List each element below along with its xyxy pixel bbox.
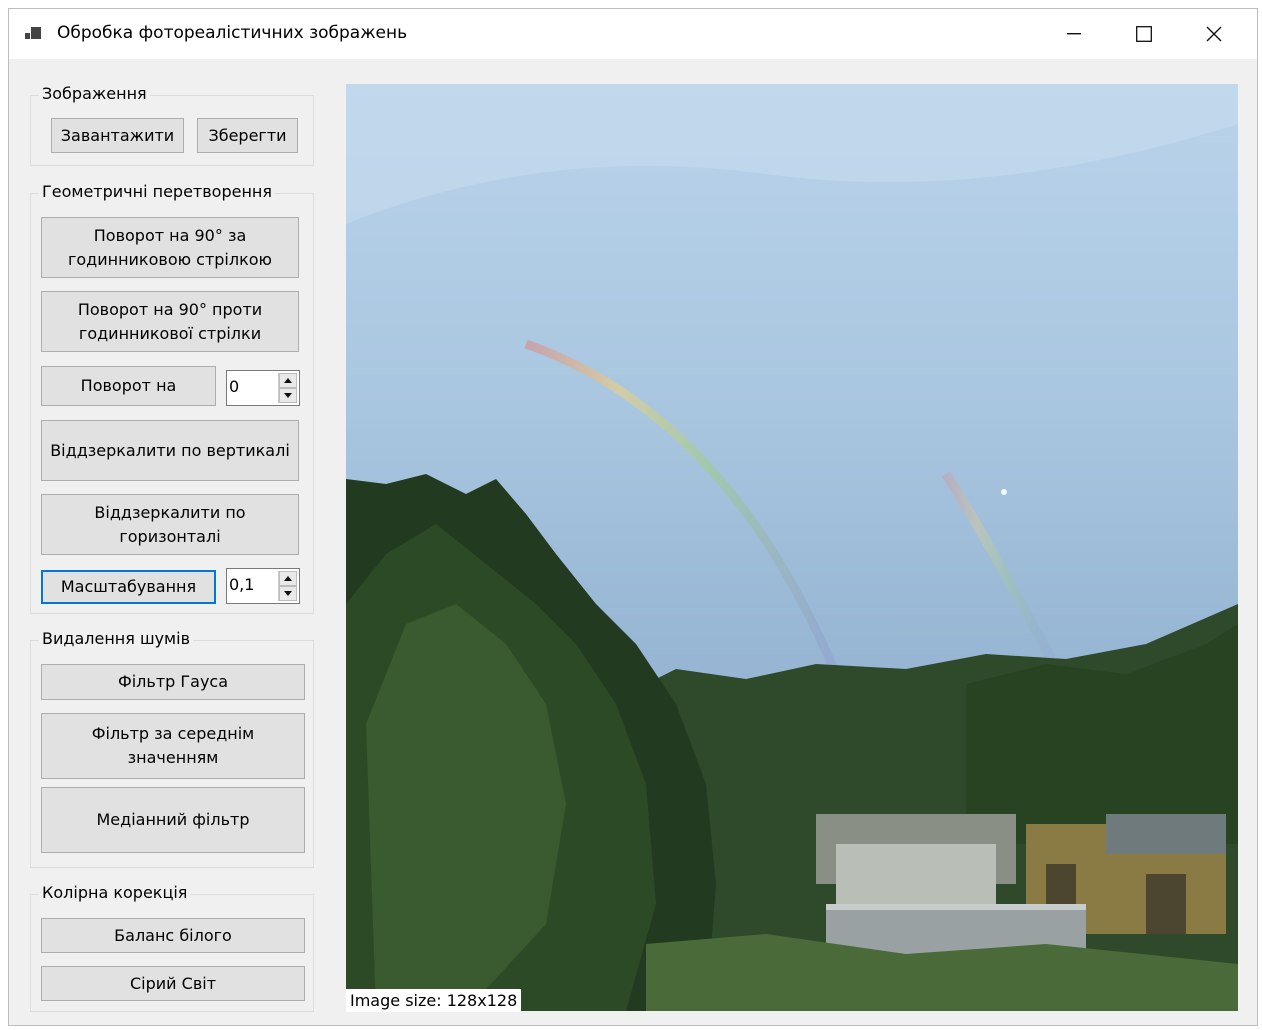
minimize-button[interactable] (1039, 9, 1109, 59)
scale-button[interactable]: Масштабування (41, 570, 216, 604)
rainbow-landscape-image (346, 84, 1238, 1011)
rotate-by-button[interactable]: Поворот на (41, 366, 216, 406)
app-icon (25, 27, 41, 41)
geometry-group: Геометричні перетворення Поворот на 90° … (30, 182, 314, 614)
scale-factor-input[interactable] (229, 571, 269, 597)
noise-group-legend: Видалення шумів (39, 629, 193, 649)
app-window: Обробка фотореалістичних зображень Зобра… (8, 8, 1258, 1026)
rotate-ccw-button[interactable]: Поворот на 90° проти годинникової стрілк… (41, 291, 299, 352)
mean-filter-button[interactable]: Фільтр за середнім значенням (41, 713, 305, 779)
spin-down-icon[interactable] (279, 388, 297, 403)
maximize-button[interactable] (1109, 9, 1179, 59)
save-button[interactable]: Зберегти (197, 118, 298, 153)
flip-vertical-button[interactable]: Віддзеркалити по вертикалі (41, 420, 299, 481)
spin-up-icon[interactable] (279, 373, 297, 388)
noise-group: Видалення шумів Фільтр Гауса Фільтр за с… (30, 629, 314, 868)
image-size-label: Image size: 128x128 (346, 989, 522, 1012)
rotate-angle-arrows (278, 373, 297, 403)
scale-factor-stepper[interactable] (226, 568, 300, 604)
scale-factor-arrows (278, 571, 297, 601)
title-bar[interactable]: Обробка фотореалістичних зображень (9, 9, 1257, 59)
spin-up-icon[interactable] (279, 571, 297, 586)
window-title: Обробка фотореалістичних зображень (57, 23, 408, 43)
image-group: Зображення Завантажити Зберегти (30, 84, 314, 166)
maximize-icon (1136, 26, 1152, 42)
load-button[interactable]: Завантажити (51, 118, 184, 153)
minimize-icon (1067, 33, 1081, 35)
image-preview (346, 84, 1238, 1011)
gauss-filter-button[interactable]: Фільтр Гауса (41, 664, 305, 700)
color-group: Колірна корекція Баланс білого Сірий Сві… (30, 883, 314, 1012)
flip-horizontal-button[interactable]: Віддзеркалити по горизонталі (41, 494, 299, 555)
white-balance-button[interactable]: Баланс білого (41, 918, 305, 953)
close-button[interactable] (1179, 9, 1249, 59)
color-group-legend: Колірна корекція (39, 883, 191, 903)
spin-down-icon[interactable] (279, 586, 297, 601)
gray-world-button[interactable]: Сірий Світ (41, 966, 305, 1001)
rotate-cw-button[interactable]: Поворот на 90° за годинниковою стрілкою (41, 217, 299, 278)
close-icon (1206, 26, 1222, 42)
rotate-angle-stepper[interactable] (226, 370, 300, 406)
rotate-angle-input[interactable] (229, 373, 269, 399)
median-filter-button[interactable]: Медіанний фільтр (41, 787, 305, 853)
image-group-legend: Зображення (39, 84, 150, 104)
geometry-group-legend: Геометричні перетворення (39, 182, 276, 202)
